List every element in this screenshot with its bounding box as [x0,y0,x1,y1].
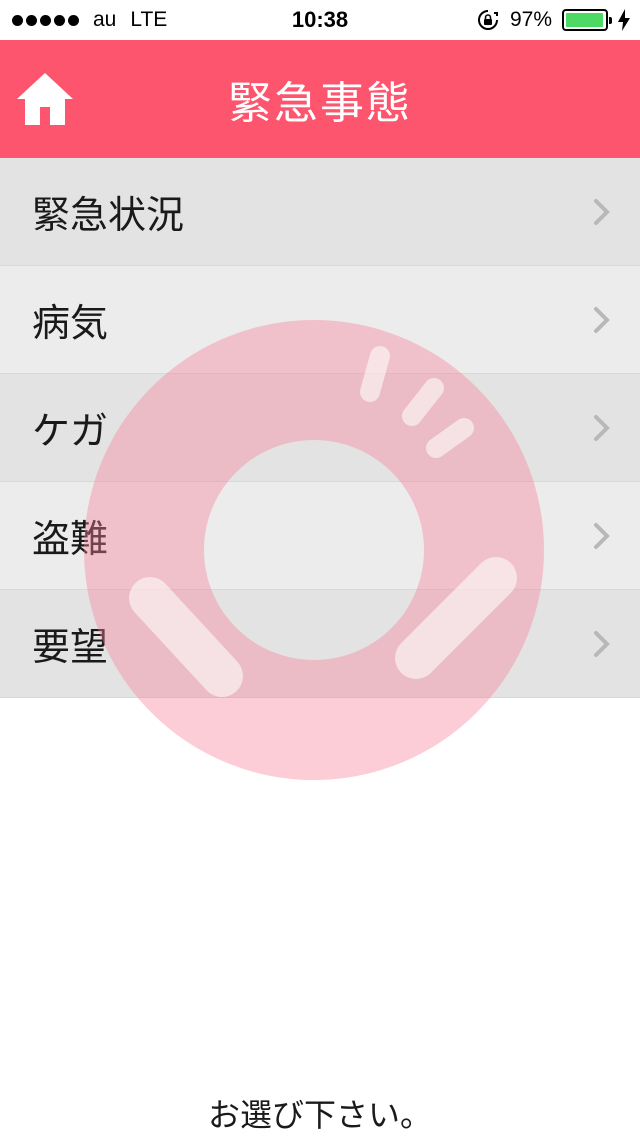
battery-fill [566,13,603,27]
menu-item-illness[interactable]: 病気 [0,266,640,374]
menu-item-request[interactable]: 要望 [0,590,640,698]
rotation-lock-icon [478,10,498,30]
menu-item-label: ケガ [32,409,109,453]
menu-item-label: 盗難 [32,517,109,561]
chevron-right-icon [594,415,610,441]
menu-item-label: 緊急状況 [32,193,185,237]
chevron-right-icon [594,307,610,333]
footer-instruction: お選び下さい。 [207,1096,432,1134]
menu-item-label: 病気 [32,301,109,345]
menu-item-label: 要望 [32,625,109,669]
page-title: 緊急事態 [228,78,412,129]
menu-item-emergency[interactable]: 緊急状況 [0,158,640,266]
status-bar: au LTE 10:38 97% [0,0,640,40]
battery-percent: 97% [509,8,552,31]
chevron-right-icon [594,199,610,225]
charging-bolt-icon [618,9,630,31]
nav-bar: 緊急事態 [0,40,640,158]
menu-item-injury[interactable]: ケガ [0,374,640,482]
chevron-right-icon [594,631,610,657]
menu-list: 緊急状況 病気 ケガ 盗難 要望 [0,158,640,698]
battery-icon [562,9,612,31]
menu-item-theft[interactable]: 盗難 [0,482,640,590]
status-right: 97% [476,0,630,40]
chevron-right-icon [594,523,610,549]
